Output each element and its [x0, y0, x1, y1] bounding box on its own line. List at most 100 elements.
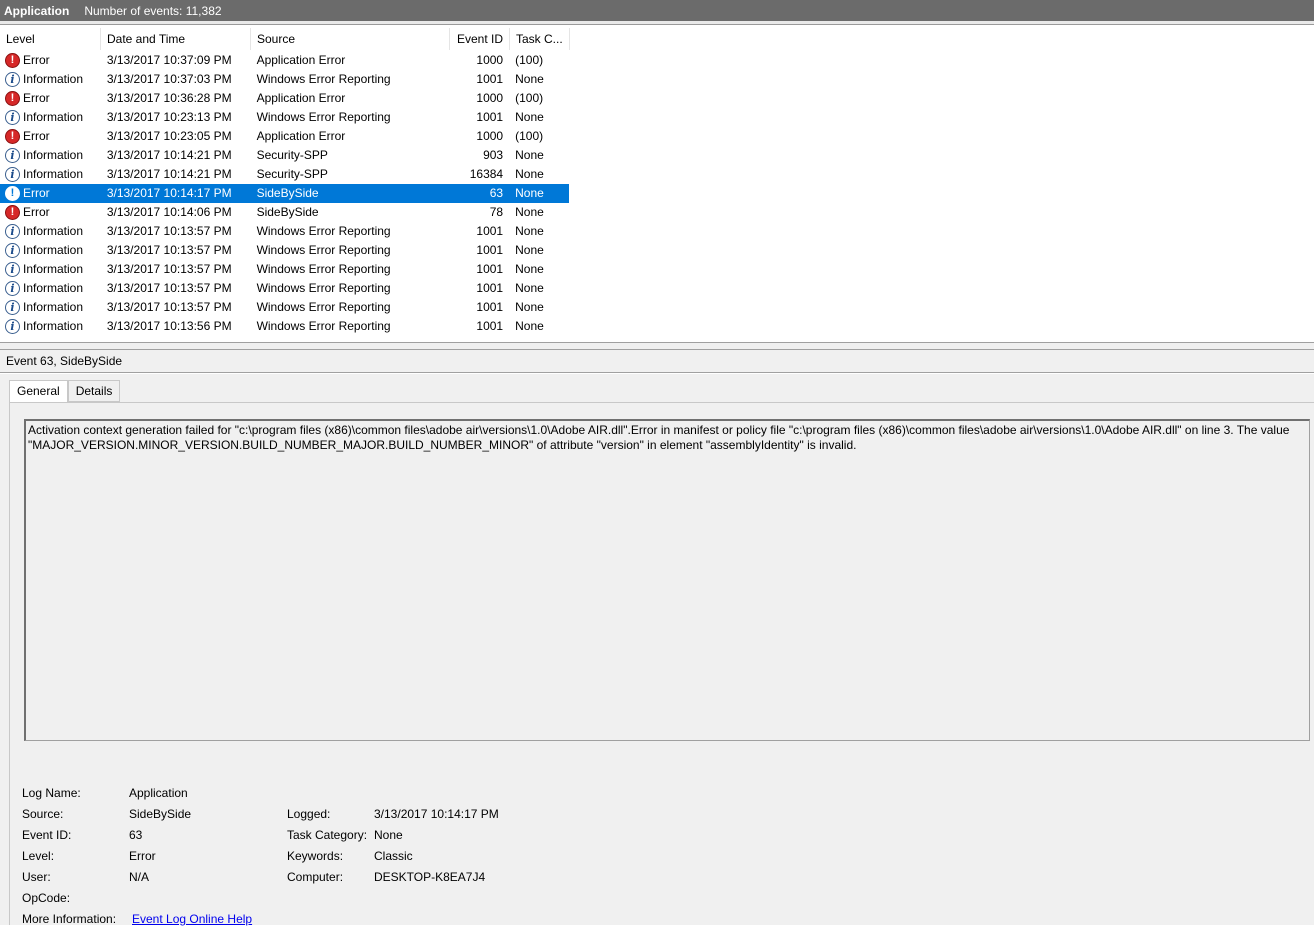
- event-date-cell: 3/13/2017 10:13:57 PM: [106, 224, 232, 238]
- event-level-text: Error: [23, 205, 50, 219]
- event-level-text: Error: [23, 186, 50, 200]
- event-id-label: Event ID:: [22, 828, 72, 842]
- event-level-text: Error: [23, 91, 50, 105]
- event-level-text: Information: [23, 300, 84, 314]
- event-source-cell: Security-SPP: [256, 167, 328, 181]
- event-level-cell: ! Error: [0, 127, 101, 146]
- information-icon: i: [5, 262, 20, 277]
- event-id-cell: 1000: [476, 91, 504, 105]
- event-level-text: Information: [23, 224, 84, 238]
- event-row[interactable]: i Information 3/13/2017 10:13:57 PM Windows…: [0, 222, 569, 241]
- event-id-cell: 1000: [476, 129, 504, 143]
- event-level-cell: i Information: [0, 108, 101, 127]
- error-icon: !: [5, 91, 20, 106]
- event-id-cell: 1001: [476, 319, 504, 333]
- event-level-text: Information: [23, 262, 84, 276]
- event-row[interactable]: ! Error 3/13/2017 10:23:05 PM Application E…: [0, 127, 569, 146]
- event-id-cell: 1001: [476, 110, 504, 124]
- event-task-cell: None: [515, 224, 544, 238]
- event-row[interactable]: i Information 3/13/2017 10:14:21 PM Securit…: [0, 165, 569, 184]
- event-row[interactable]: i Information 3/13/2017 10:13:57 PM Windows…: [0, 241, 569, 260]
- event-row[interactable]: i Information 3/13/2017 10:13:56 PM Windows…: [0, 317, 569, 336]
- information-icon: i: [5, 110, 20, 125]
- information-icon: i: [5, 300, 20, 315]
- event-date-cell: 3/13/2017 10:13:57 PM: [106, 300, 232, 314]
- event-source-cell: Windows Error Reporting: [256, 224, 391, 238]
- event-id-cell: 16384: [469, 167, 504, 181]
- pane-splitter[interactable]: [0, 342, 1314, 350]
- level-label: Level:: [22, 849, 55, 863]
- event-task-cell: None: [515, 319, 544, 333]
- event-row[interactable]: ! Error 3/13/2017 10:36:28 PM Application E…: [0, 89, 569, 108]
- event-source-cell: Windows Error Reporting: [256, 319, 391, 333]
- event-row[interactable]: i Information 3/13/2017 10:37:03 PM Windows…: [0, 70, 569, 89]
- log-name-title: Application: [4, 3, 70, 18]
- event-level-cell: i Information: [0, 222, 101, 241]
- event-level-cell: i Information: [0, 70, 101, 89]
- error-icon: !: [5, 205, 20, 220]
- event-row[interactable]: i Information 3/13/2017 10:23:13 PM Windows…: [0, 108, 569, 127]
- event-level-cell: i Information: [0, 260, 101, 279]
- level-value: Error: [129, 849, 156, 863]
- event-date-cell: 3/13/2017 10:23:05 PM: [106, 129, 232, 143]
- event-row[interactable]: ! Error 3/13/2017 10:37:09 PM Application E…: [0, 51, 569, 70]
- event-id-cell: 1000: [476, 53, 504, 67]
- event-level-cell: i Information: [0, 146, 101, 165]
- event-list[interactable]: Level Date and Time Source Event ID Task…: [0, 26, 1314, 342]
- event-task-cell: None: [515, 72, 544, 86]
- user-label: User:: [22, 870, 51, 884]
- keywords-value: Classic: [374, 849, 413, 863]
- column-header-level[interactable]: Level: [0, 28, 101, 50]
- event-task-cell: (100): [515, 53, 544, 67]
- column-header-event-id[interactable]: Event ID: [450, 28, 510, 50]
- event-row[interactable]: i Information 3/13/2017 10:14:21 PM Securit…: [0, 146, 569, 165]
- event-id-cell: 1001: [476, 281, 504, 295]
- event-row[interactable]: i Information 3/13/2017 10:13:57 PM Windows…: [0, 279, 569, 298]
- information-icon: i: [5, 319, 20, 334]
- error-icon: !: [5, 186, 20, 201]
- event-level-text: Information: [23, 72, 84, 86]
- event-row[interactable]: ! Error 3/13/2017 10:14:17 PM SideBySide 63 N…: [0, 184, 569, 203]
- information-icon: i: [5, 243, 20, 258]
- event-task-cell: None: [515, 186, 544, 200]
- column-header-task-category[interactable]: Task C...: [510, 28, 570, 50]
- event-description[interactable]: Activation context generation failed for…: [24, 419, 1310, 741]
- event-source-cell: Security-SPP: [256, 148, 328, 162]
- event-id-cell: 903: [483, 148, 504, 162]
- source-value: SideBySide: [129, 807, 192, 821]
- log-name-label: Log Name:: [22, 786, 81, 800]
- event-level-text: Error: [23, 53, 50, 67]
- information-icon: i: [5, 72, 20, 87]
- event-date-cell: 3/13/2017 10:14:06 PM: [106, 205, 232, 219]
- tab-details[interactable]: Details: [67, 380, 121, 402]
- event-level-cell: ! Error: [0, 89, 101, 108]
- information-icon: i: [5, 167, 20, 182]
- event-id-cell: 78: [489, 205, 504, 219]
- event-date-cell: 3/13/2017 10:13:57 PM: [106, 262, 232, 276]
- computer-label: Computer:: [287, 870, 344, 884]
- event-id-cell: 63: [489, 186, 504, 200]
- event-task-cell: None: [515, 167, 544, 181]
- event-source-cell: SideBySide: [256, 205, 319, 219]
- event-id-cell: 1001: [476, 300, 504, 314]
- logged-label: Logged:: [287, 807, 331, 821]
- task-category-label: Task Category:: [287, 828, 368, 842]
- event-id-cell: 1001: [476, 262, 504, 276]
- logged-value: 3/13/2017 10:14:17 PM: [374, 807, 499, 821]
- event-id-cell: 1001: [476, 243, 504, 257]
- event-task-cell: (100): [515, 129, 544, 143]
- tab-general-content: Activation context generation failed for…: [9, 402, 1314, 926]
- event-row[interactable]: i Information 3/13/2017 10:13:57 PM Windows…: [0, 298, 569, 317]
- event-level-cell: i Information: [0, 279, 101, 298]
- column-header-source[interactable]: Source: [251, 28, 450, 50]
- keywords-label: Keywords:: [287, 849, 344, 863]
- event-level-cell: i Information: [0, 298, 101, 317]
- event-row[interactable]: i Information 3/13/2017 10:13:57 PM Windows…: [0, 260, 569, 279]
- tab-general[interactable]: General: [9, 380, 68, 403]
- event-row[interactable]: ! Error 3/13/2017 10:14:06 PM SideBySide 78 N…: [0, 203, 569, 222]
- event-level-text: Information: [23, 281, 84, 295]
- event-level-cell: i Information: [0, 317, 101, 336]
- event-list-header: Level Date and Time Source Event ID Task…: [0, 28, 570, 50]
- event-task-cell: None: [515, 262, 544, 276]
- column-header-date[interactable]: Date and Time: [101, 28, 251, 50]
